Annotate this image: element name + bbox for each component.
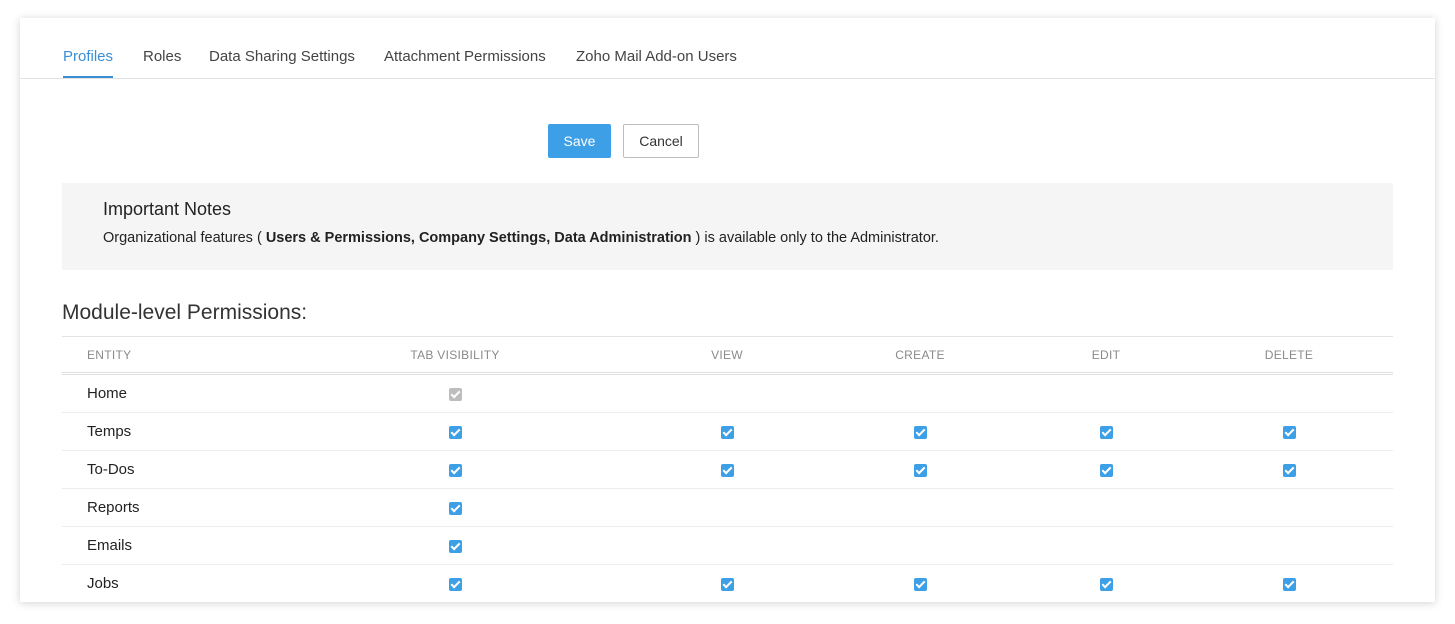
permission-cell-tab-visibility: [269, 412, 641, 451]
delete-checkbox[interactable]: [1282, 577, 1296, 591]
tab-visibility-checkbox[interactable]: [448, 425, 462, 439]
permission-cell-create: [813, 412, 1027, 451]
header-entity: ENTITY: [62, 336, 269, 375]
permission-cell-edit: [1027, 526, 1185, 565]
table-header-row: ENTITY TAB VISIBILITY VIEW CREATE EDIT D…: [62, 336, 1393, 375]
permission-cell-edit: [1027, 450, 1185, 489]
table-row: Emails: [62, 526, 1393, 565]
permission-cell-create: [813, 526, 1027, 565]
permission-cell-delete: [1185, 488, 1393, 527]
table-row: Jobs: [62, 564, 1393, 602]
header-view: VIEW: [641, 336, 813, 375]
table-row: To-Dos: [62, 450, 1393, 489]
entity-name: Emails: [62, 526, 269, 565]
tab-zoho-mail-addon-users[interactable]: Zoho Mail Add-on Users: [576, 48, 737, 65]
header-create: CREATE: [813, 336, 1027, 375]
create-checkbox[interactable]: [913, 577, 927, 591]
save-button[interactable]: Save: [548, 124, 611, 158]
tab-attachment-permissions[interactable]: Attachment Permissions: [384, 48, 546, 65]
important-notes-box: Important Notes Organizational features …: [62, 183, 1393, 270]
header-tab-visibility: TAB VISIBILITY: [269, 336, 641, 375]
notes-text: Organizational features ( Users & Permis…: [103, 230, 939, 246]
permission-cell-view: [641, 412, 813, 451]
profiles-panel: Profiles Roles Data Sharing Settings Att…: [20, 18, 1435, 602]
delete-checkbox[interactable]: [1282, 463, 1296, 477]
table-row: Temps: [62, 412, 1393, 451]
permission-cell-edit: [1027, 412, 1185, 451]
permission-cell-edit: [1027, 373, 1185, 413]
view-checkbox[interactable]: [720, 425, 734, 439]
tab-roles[interactable]: Roles: [143, 48, 181, 65]
permission-cell-tab-visibility: [269, 488, 641, 527]
view-checkbox[interactable]: [720, 577, 734, 591]
permission-cell-create: [813, 564, 1027, 602]
entity-name: Reports: [62, 488, 269, 527]
edit-checkbox[interactable]: [1099, 425, 1113, 439]
permission-cell-view: [641, 564, 813, 602]
permission-cell-tab-visibility: [269, 526, 641, 565]
permission-cell-delete: [1185, 412, 1393, 451]
permission-cell-create: [813, 488, 1027, 527]
entity-name: Home: [62, 373, 269, 413]
tab-visibility-checkbox: [448, 387, 462, 401]
permission-cell-view: [641, 373, 813, 413]
entity-name: Jobs: [62, 564, 269, 602]
tab-visibility-checkbox[interactable]: [448, 577, 462, 591]
notes-text-prefix: Organizational features (: [103, 230, 266, 246]
permission-cell-view: [641, 450, 813, 489]
header-edit: EDIT: [1027, 336, 1185, 375]
header-delete: DELETE: [1185, 336, 1393, 375]
active-tab-indicator: [63, 76, 113, 78]
permission-cell-tab-visibility: [269, 373, 641, 413]
edit-checkbox[interactable]: [1099, 577, 1113, 591]
tab-visibility-checkbox[interactable]: [448, 539, 462, 553]
delete-checkbox[interactable]: [1282, 425, 1296, 439]
table-row: Home: [62, 373, 1393, 413]
entity-name: Temps: [62, 412, 269, 451]
tab-visibility-checkbox[interactable]: [448, 463, 462, 477]
entity-name: To-Dos: [62, 450, 269, 489]
permission-cell-view: [641, 488, 813, 527]
notes-text-bold: Users & Permissions, Company Settings, D…: [265, 230, 692, 246]
module-permissions-table: ENTITY TAB VISIBILITY VIEW CREATE EDIT D…: [62, 336, 1393, 602]
permission-cell-view: [641, 526, 813, 565]
tab-data-sharing-settings[interactable]: Data Sharing Settings: [209, 48, 355, 65]
notes-text-suffix: ) is available only to the Administrator…: [691, 230, 939, 246]
tab-profiles[interactable]: Profiles: [63, 48, 113, 65]
permission-cell-delete: [1185, 450, 1393, 489]
permission-cell-create: [813, 450, 1027, 489]
notes-title: Important Notes: [103, 199, 232, 219]
view-checkbox[interactable]: [720, 463, 734, 477]
cancel-button[interactable]: Cancel: [623, 124, 699, 158]
table-row: Reports: [62, 488, 1393, 527]
create-checkbox[interactable]: [913, 425, 927, 439]
permission-cell-tab-visibility: [269, 450, 641, 489]
tab-visibility-checkbox[interactable]: [448, 501, 462, 515]
create-checkbox[interactable]: [913, 463, 927, 477]
permission-cell-tab-visibility: [269, 564, 641, 602]
edit-checkbox[interactable]: [1099, 463, 1113, 477]
module-permissions-title: Module-level Permissions:: [62, 301, 308, 324]
permission-cell-create: [813, 373, 1027, 413]
permission-cell-edit: [1027, 564, 1185, 602]
permission-cell-delete: [1185, 526, 1393, 565]
permission-cell-delete: [1185, 373, 1393, 413]
permission-cell-delete: [1185, 564, 1393, 602]
settings-tab-bar: Profiles Roles Data Sharing Settings Att…: [20, 18, 1435, 79]
permission-cell-edit: [1027, 488, 1185, 527]
